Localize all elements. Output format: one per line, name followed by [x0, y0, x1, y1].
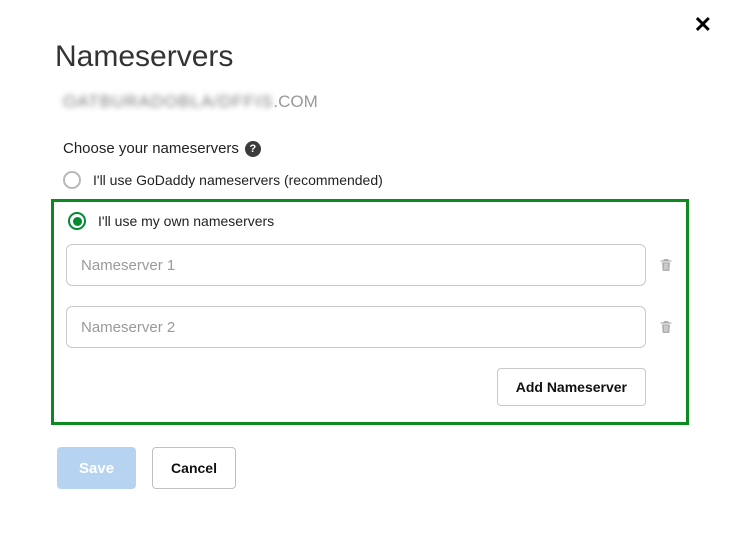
- radio-label: I'll use my own nameservers: [98, 213, 274, 229]
- own-nameservers-panel: I'll use my own nameservers Add Nameserv…: [51, 199, 689, 425]
- nameserver-2-input[interactable]: [66, 306, 646, 348]
- help-icon[interactable]: ?: [245, 141, 261, 157]
- domain-name: OATBURADOBLA/DFFIS.COM: [63, 92, 677, 112]
- dialog-container: Nameservers OATBURADOBLA/DFFIS.COM Choos…: [0, 0, 732, 519]
- cancel-button[interactable]: Cancel: [152, 447, 236, 489]
- nameserver-row-1: [66, 244, 674, 286]
- trash-icon[interactable]: [658, 257, 674, 273]
- section-label: Choose your nameservers ?: [63, 140, 677, 157]
- radio-icon[interactable]: [68, 212, 86, 230]
- domain-obscured: OATBURADOBLA/DFFIS: [63, 92, 273, 111]
- domain-suffix: .COM: [273, 92, 317, 111]
- radio-icon[interactable]: [63, 171, 81, 189]
- trash-icon[interactable]: [658, 319, 674, 335]
- save-button[interactable]: Save: [57, 447, 136, 489]
- dialog-actions: Save Cancel: [57, 447, 677, 489]
- radio-label: I'll use GoDaddy nameservers (recommende…: [93, 172, 383, 188]
- nameserver-row-2: [66, 306, 674, 348]
- add-row: Add Nameserver: [66, 368, 674, 406]
- section-label-text: Choose your nameservers: [63, 140, 239, 157]
- page-title: Nameservers: [55, 40, 677, 74]
- radio-option-godaddy[interactable]: I'll use GoDaddy nameservers (recommende…: [63, 171, 677, 189]
- add-nameserver-button[interactable]: Add Nameserver: [497, 368, 646, 406]
- radio-option-own[interactable]: I'll use my own nameservers: [68, 212, 674, 230]
- nameserver-1-input[interactable]: [66, 244, 646, 286]
- close-icon[interactable]: ✕: [694, 14, 712, 36]
